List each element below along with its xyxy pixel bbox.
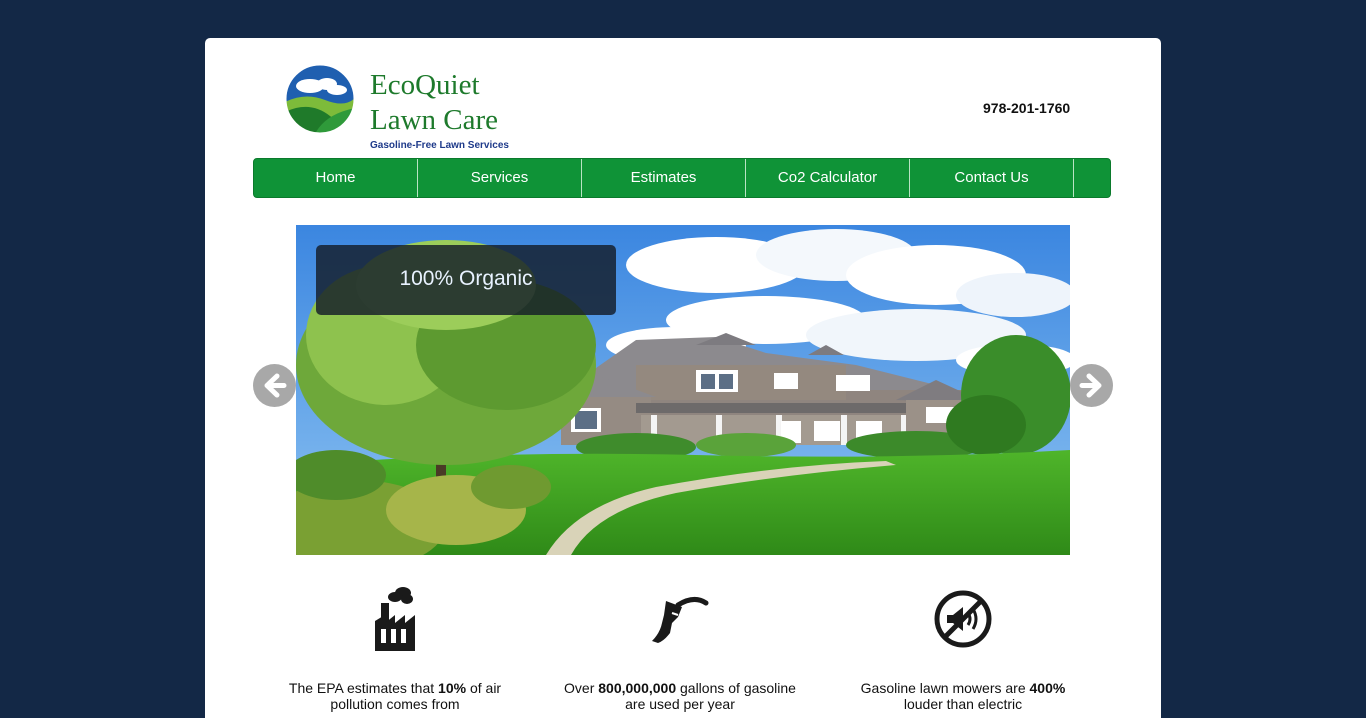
brand-name-line2: Lawn Care	[370, 104, 499, 136]
feature-air-pollution: The EPA estimates that 10% of air pollut…	[275, 584, 515, 712]
nav-item-estimates[interactable]: Estimates	[582, 159, 746, 197]
nav-item-home[interactable]: Home	[254, 159, 418, 197]
page-container: EcoQuiet Lawn Care Gasoline-Free Lawn Se…	[205, 38, 1161, 718]
brand-name-line1: EcoQuiet	[370, 69, 480, 101]
arrow-left-icon[interactable]	[253, 364, 296, 407]
feature-text-gasoline: Over 800,000,000 gallons of gasoline are…	[564, 680, 796, 712]
logo-icon[interactable]	[285, 64, 355, 134]
gas-pump-nozzle-icon	[560, 584, 800, 654]
main-nav: Home Services Estimates Co2 Calculator C…	[253, 158, 1111, 198]
feature-text-air-pollution: The EPA estimates that 10% of air pollut…	[288, 680, 502, 712]
slide-caption: 100% Organic	[316, 245, 616, 315]
feature-noise: Gasoline lawn mowers are 400% louder tha…	[843, 584, 1083, 712]
factory-icon	[275, 584, 515, 654]
nav-item-contact-us[interactable]: Contact Us	[910, 159, 1074, 197]
nav-item-services[interactable]: Services	[418, 159, 582, 197]
feature-text-noise: Gasoline lawn mowers are 400% louder tha…	[860, 680, 1066, 712]
brand-name[interactable]: EcoQuiet Lawn Care	[370, 68, 498, 138]
phone-number[interactable]: 978-201-1760	[983, 100, 1070, 116]
hero-slider[interactable]: 100% Organic	[296, 225, 1070, 555]
no-noise-icon	[843, 584, 1083, 654]
feature-gasoline: Over 800,000,000 gallons of gasoline are…	[560, 584, 800, 712]
brand-tagline: Gasoline-Free Lawn Services	[370, 140, 509, 151]
nav-item-co2-calculator[interactable]: Co2 Calculator	[746, 159, 910, 197]
arrow-right-icon[interactable]	[1070, 364, 1113, 407]
